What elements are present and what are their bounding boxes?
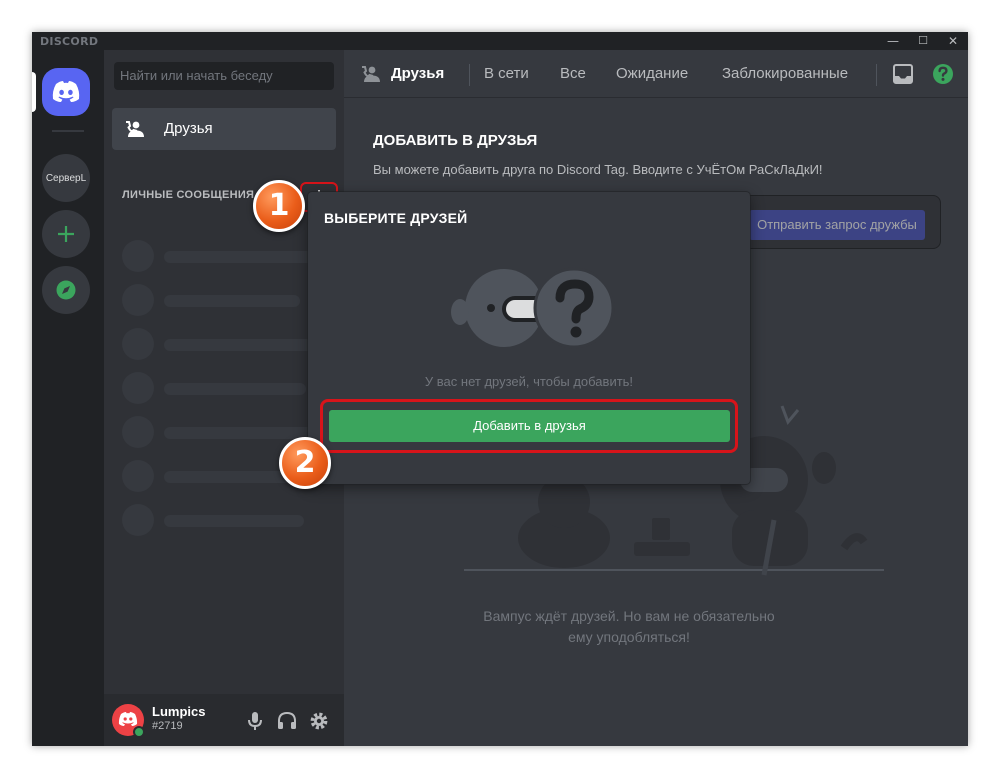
close-button[interactable]: ✕: [938, 32, 968, 50]
add-friend-title: ДОБАВИТЬ В ДРУЗЬЯ: [373, 132, 537, 149]
home-button[interactable]: [42, 68, 90, 116]
online-status-indicator: [133, 726, 145, 738]
wumpus-question-illustration: [444, 264, 616, 354]
add-friends-button[interactable]: Добавить в друзья: [329, 410, 730, 442]
add-friend-description: Вы можете добавить друга по Discord Tag.…: [373, 162, 823, 177]
title-bar: DISCORD — ☐ ✕: [32, 32, 968, 50]
headphones-icon[interactable]: [276, 710, 298, 732]
tab-all[interactable]: Все: [560, 65, 586, 82]
step-badge-1: 1: [253, 180, 305, 232]
dm-placeholder: [122, 284, 322, 314]
dm-placeholder: [122, 504, 322, 534]
discord-logo-icon: [51, 80, 81, 104]
add-server-button[interactable]: [42, 210, 90, 258]
page-title: Друзья: [391, 65, 444, 82]
popup-title: ВЫБЕРИТЕ ДРУЗЕЙ: [324, 210, 467, 226]
user-panel: Lumpics #2719: [104, 694, 344, 746]
microphone-icon[interactable]: [244, 710, 266, 732]
minimize-button[interactable]: —: [878, 32, 908, 50]
empty-state-text: Вампус ждёт друзей. Но вам не обязательн…: [474, 606, 784, 648]
tab-blocked[interactable]: Заблокированные: [722, 65, 848, 82]
selected-pill: [32, 72, 36, 112]
tab-pending[interactable]: Ожидание: [616, 65, 688, 82]
maximize-button[interactable]: ☐: [908, 32, 938, 50]
inbox-icon[interactable]: [891, 62, 915, 86]
search-input[interactable]: Найти или начать беседу: [114, 62, 334, 90]
friends-icon: [124, 117, 148, 141]
send-friend-request-button[interactable]: Отправить запрос дружбы: [749, 210, 925, 240]
username: Lumpics: [152, 704, 205, 719]
divider: [876, 64, 877, 86]
no-friends-message: У вас нет друзей, чтобы добавить!: [308, 374, 750, 389]
plus-icon: [56, 224, 76, 244]
select-friends-popup: ВЫБЕРИТЕ ДРУЗЕЙ У вас нет друзей, чтобы …: [308, 192, 750, 484]
dm-placeholder: [122, 328, 322, 358]
rail-divider: [52, 130, 84, 132]
server-rail: CepвepL: [32, 50, 104, 746]
dm-placeholder: [122, 240, 322, 270]
server-label: CepвepL: [46, 173, 86, 184]
sidebar-item-friends[interactable]: Друзья: [112, 108, 336, 150]
help-icon[interactable]: [931, 62, 955, 86]
dm-placeholder: [122, 372, 322, 402]
tab-online[interactable]: В сети: [484, 65, 529, 82]
step-badge-2: 2: [279, 437, 331, 489]
gear-icon[interactable]: [308, 710, 330, 732]
dm-header: ЛИЧНЫЕ СООБЩЕНИЯ: [122, 189, 254, 201]
server-item[interactable]: CepвepL: [42, 154, 90, 202]
divider: [469, 64, 470, 86]
compass-icon: [55, 279, 77, 301]
explore-servers-button[interactable]: [42, 266, 90, 314]
sidebar-item-label: Друзья: [164, 120, 213, 137]
friends-icon: [360, 62, 384, 86]
brand-logo: DISCORD: [40, 35, 98, 48]
user-tag: #2719: [152, 720, 183, 732]
top-bar: Друзья В сети Все Ожидание Заблокированн…: [344, 50, 968, 98]
